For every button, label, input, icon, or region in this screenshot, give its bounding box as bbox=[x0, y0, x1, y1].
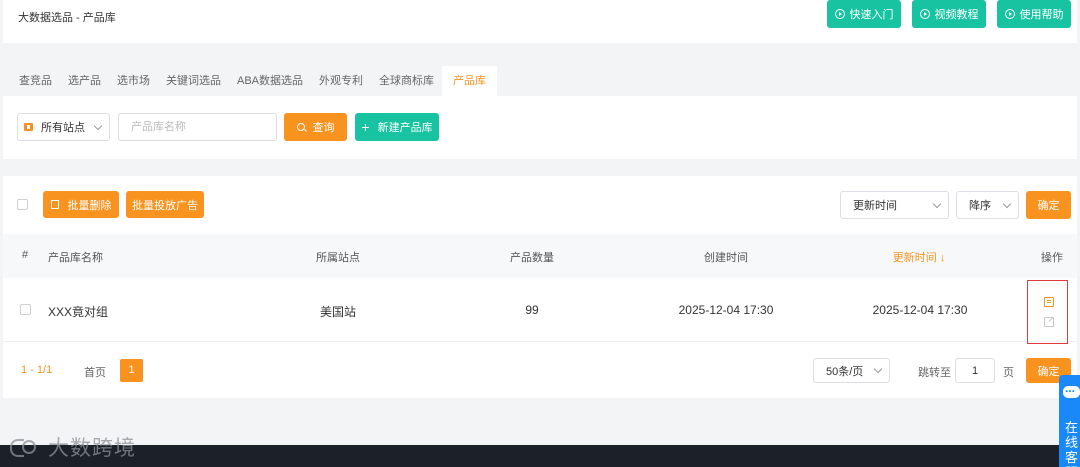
search-label: 查询 bbox=[312, 122, 335, 134]
help-button[interactable]: 使用帮助 bbox=[997, 0, 1071, 28]
first-page-link[interactable]: 首页 bbox=[84, 364, 106, 380]
row-updated: 2025-12-04 17:30 bbox=[872, 303, 968, 317]
module-tabs: 查竞品 选产品 选市场 关键词选品 ABA数据选品 外观专利 全球商标库 产品库 bbox=[3, 66, 1077, 96]
brand-watermark: 大数跨境 bbox=[10, 432, 136, 462]
chevron-down-icon bbox=[93, 121, 103, 131]
library-name-input[interactable] bbox=[118, 113, 277, 141]
batch-ads-button[interactable]: 批量投放广告 bbox=[126, 191, 204, 218]
filter-bar: 所有站点 查询 + 新建产品库 bbox=[3, 96, 1077, 159]
online-service-label: 在线客服 bbox=[1065, 420, 1079, 467]
sort-field-value: 更新时间 bbox=[853, 200, 897, 212]
tab-product-library[interactable]: 产品库 bbox=[442, 66, 498, 96]
chevron-down-icon bbox=[873, 364, 883, 374]
site-select[interactable]: 所有站点 bbox=[17, 113, 110, 141]
row-count: 99 bbox=[525, 303, 539, 317]
quick-start-label: 快速入门 bbox=[849, 9, 894, 21]
new-library-button[interactable]: + 新建产品库 bbox=[355, 113, 439, 141]
row-name[interactable]: XXX竟对组 bbox=[48, 303, 108, 320]
select-all-checkbox[interactable] bbox=[17, 199, 28, 210]
col-count[interactable]: 产品数量 bbox=[510, 249, 554, 265]
library-table-panel: 批量删除 批量投放广告 更新时间 降序 确定 # 产品库名称 所属站点 产品数量… bbox=[3, 176, 1077, 398]
chevron-down-icon bbox=[932, 199, 942, 209]
batch-delete-button[interactable]: 批量删除 bbox=[43, 191, 119, 218]
row-created: 2025-12-04 17:30 bbox=[678, 303, 774, 317]
page-unit-label: 页 bbox=[1003, 367, 1014, 379]
sort-field-select[interactable]: 更新时间 bbox=[840, 191, 949, 219]
brand-name: 大数跨境 bbox=[48, 437, 136, 460]
new-library-label: 新建产品库 bbox=[377, 122, 433, 134]
search-icon bbox=[296, 123, 305, 131]
jump-label: 跳转至 bbox=[918, 367, 951, 379]
help-label: 使用帮助 bbox=[1019, 9, 1064, 21]
tab-trademark[interactable]: 全球商标库 bbox=[371, 66, 442, 96]
col-site[interactable]: 所属站点 bbox=[316, 249, 360, 265]
page-size-select[interactable]: 50条/页 bbox=[813, 358, 890, 383]
sort-order-value: 降序 bbox=[969, 200, 991, 212]
pagination: 1 - 1/1 首页 1 50条/页 跳转至 页 确定 bbox=[3, 342, 1077, 398]
trash-icon bbox=[50, 200, 59, 209]
site-select-value: 所有站点 bbox=[41, 122, 85, 134]
col-created[interactable]: 创建时间 bbox=[704, 249, 748, 265]
col-name[interactable]: 产品库名称 bbox=[48, 249, 103, 265]
site-flag-icon bbox=[24, 123, 33, 131]
brand-logo-icon bbox=[10, 437, 38, 457]
tab-keyword[interactable]: 关键词选品 bbox=[158, 66, 229, 96]
tab-design-patent[interactable]: 外观专利 bbox=[311, 66, 371, 96]
jump-page-input[interactable] bbox=[955, 358, 995, 383]
col-actions: 操作 bbox=[1041, 252, 1063, 264]
search-button[interactable]: 查询 bbox=[284, 113, 347, 141]
tab-select-market[interactable]: 选市场 bbox=[109, 66, 158, 96]
tab-competitor[interactable]: 查竞品 bbox=[11, 66, 60, 96]
row-checkbox[interactable] bbox=[20, 304, 31, 315]
view-details-icon[interactable] bbox=[1044, 297, 1054, 307]
row-actions bbox=[1027, 280, 1068, 344]
chevron-down-icon bbox=[1002, 199, 1012, 209]
tab-select-product[interactable]: 选产品 bbox=[60, 66, 109, 96]
play-circle-icon bbox=[834, 9, 845, 19]
edit-icon[interactable] bbox=[1044, 317, 1054, 327]
breadcrumb: 大数据选品 - 产品库 bbox=[18, 12, 116, 24]
footer-bar bbox=[0, 445, 1080, 467]
table-header: # 产品库名称 所属站点 产品数量 创建时间 更新时间 ↓ 操作 bbox=[3, 234, 1077, 278]
video-tutorial-label: 视频教程 bbox=[934, 9, 979, 21]
col-updated[interactable]: 更新时间 ↓ bbox=[893, 249, 946, 265]
play-circle-icon bbox=[919, 9, 930, 19]
plus-icon: + bbox=[361, 119, 370, 135]
top-bar: 大数据选品 - 产品库 快速入门 视频教程 使用帮助 bbox=[3, 0, 1077, 43]
batch-delete-label: 批量删除 bbox=[67, 199, 112, 212]
chat-bubble-icon bbox=[1063, 381, 1080, 398]
page-number-current[interactable]: 1 bbox=[120, 359, 143, 382]
video-tutorial-button[interactable]: 视频教程 bbox=[912, 0, 986, 28]
help-circle-icon bbox=[1004, 9, 1015, 19]
quick-start-button[interactable]: 快速入门 bbox=[827, 0, 901, 28]
sort-confirm-button[interactable]: 确定 bbox=[1026, 191, 1071, 219]
page-range: 1 - 1/1 bbox=[21, 364, 53, 376]
sort-order-select[interactable]: 降序 bbox=[956, 191, 1019, 219]
tab-aba[interactable]: ABA数据选品 bbox=[229, 66, 311, 96]
col-index: # bbox=[22, 249, 29, 261]
table-row: XXX竟对组 美国站 99 2025-12-04 17:30 2025-12-0… bbox=[3, 278, 1077, 344]
row-site: 美国站 bbox=[319, 305, 357, 319]
page-size-value: 50条/页 bbox=[826, 365, 864, 378]
online-service-button[interactable]: 在线客服 bbox=[1059, 375, 1080, 467]
